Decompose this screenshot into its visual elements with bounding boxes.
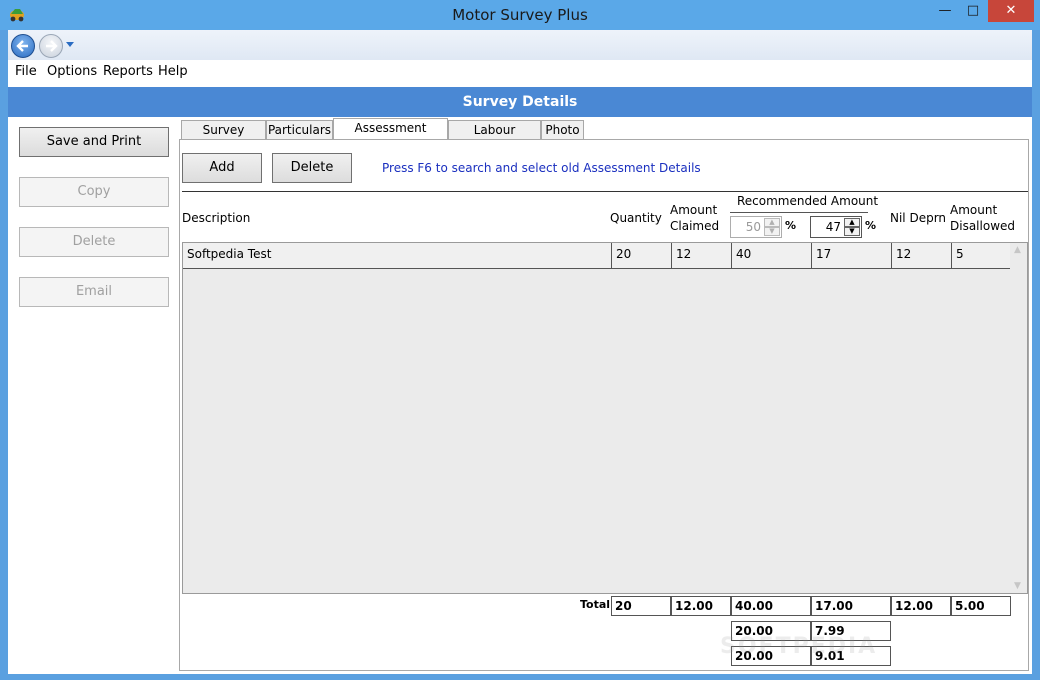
total-amount-disallowed: 5.00 [951,596,1011,616]
total-amount-claimed: 12.00 [671,596,731,616]
tab-survey-details[interactable]: Survey Details [181,120,266,155]
spinner-value: 50 [745,220,761,234]
column-header-amount-disallowed-line1: Amount [950,203,998,217]
scroll-up-icon[interactable]: ▲ [1014,245,1021,255]
back-button[interactable] [11,34,35,58]
scroll-down-icon[interactable]: ▼ [1014,581,1021,591]
tab-photo[interactable]: Photo [541,120,584,140]
menu-help[interactable]: Help [158,64,188,79]
tab-particulars[interactable]: Particulars [266,120,333,140]
arrow-right-icon [46,40,58,52]
spinner-down-icon[interactable]: ▼ [844,227,860,236]
column-header-quantity: Quantity [610,211,662,225]
email-button[interactable]: Email [19,277,169,307]
cell-description[interactable]: Softpedia Test [183,243,612,269]
watermark: SOFTPEDIA [720,634,878,659]
cell-nil-deprn[interactable]: 12 [892,243,952,269]
delete-record-button[interactable]: Delete [19,227,169,257]
forward-button[interactable] [39,34,63,58]
close-button[interactable]: ✕ [988,0,1034,22]
tab-assessment-details[interactable]: Assessment Details [333,118,448,153]
column-header-amount-disallowed-line2: Disallowed [950,219,1016,233]
section-header: Survey Details [8,87,1032,117]
spinner-arrows: ▲ ▼ [764,218,780,236]
delete-button[interactable]: Delete [272,153,352,183]
copy-button[interactable]: Copy [19,177,169,207]
total-nil-deprn: 12.00 [891,596,951,616]
left-action-panel: Save and Print Copy Delete Email [8,117,178,674]
spinner-up-icon[interactable]: ▲ [764,218,780,227]
history-dropdown-icon[interactable] [66,42,74,48]
minimize-button[interactable]: — [932,0,958,22]
table-row[interactable]: Softpedia Test 20 12 40 17 12 5 [183,243,1011,269]
recommended-underline [730,212,868,213]
spinner-arrows: ▲ ▼ [844,218,860,236]
spinner-value: 47 [825,220,841,234]
title-bar: Motor Survey Plus — □ ✕ [0,0,1040,30]
save-and-print-button[interactable]: Save and Print [19,127,169,157]
cell-quantity[interactable]: 20 [612,243,672,269]
cell-recommended-2[interactable]: 17 [812,243,892,269]
column-header-nil-deprn: Nil Deprn [890,211,947,225]
cell-amount-disallowed[interactable]: 5 [952,243,1011,269]
column-header-description: Description [182,211,251,225]
total-recommended-1: 40.00 [731,596,811,616]
tab-labour-charges[interactable]: Labour Charges [448,120,541,155]
column-header-amount-claimed-line1: Amount [670,203,718,217]
recommended-percent-1-spinner[interactable]: 50 ▲ ▼ [730,216,782,238]
spinner-down-icon[interactable]: ▼ [764,227,780,236]
spinner-up-icon[interactable]: ▲ [844,218,860,227]
grid-vertical-scrollbar[interactable]: ▲ ▼ [1010,243,1027,593]
menu-bar: File Options Reports Help [8,60,1032,86]
app-window: Motor Survey Plus — □ ✕ File Options Rep… [0,0,1040,680]
assessment-grid[interactable]: Softpedia Test 20 12 40 17 12 5 ▲ ▼ [182,242,1028,594]
total-recommended-2: 17.00 [811,596,891,616]
assessment-details-panel: Add Delete Press F6 to search and select… [179,139,1029,671]
percent-label-1: % [785,219,797,232]
column-header-recommended-amount: Recommended Amount [737,194,879,208]
arrow-left-icon [16,40,28,52]
search-hint: Press F6 to search and select old Assess… [382,161,701,175]
menu-file[interactable]: File [15,64,37,79]
column-header-amount-claimed-line2: Claimed [670,219,720,233]
navigation-bar [8,30,1032,60]
add-button[interactable]: Add [182,153,262,183]
recommended-percent-2-spinner[interactable]: 47 ▲ ▼ [810,216,862,238]
section-title: Survey Details [462,94,578,110]
menu-reports[interactable]: Reports [103,64,153,79]
total-label: Total [580,598,611,611]
divider [182,191,1028,192]
percent-label-2: % [865,219,877,232]
cell-amount-claimed[interactable]: 12 [672,243,732,269]
total-quantity: 20 [611,596,671,616]
cell-recommended-1[interactable]: 40 [732,243,812,269]
client-area: File Options Reports Help Survey Details… [8,30,1032,674]
menu-options[interactable]: Options [47,64,97,79]
window-title: Motor Survey Plus [452,6,588,24]
maximize-button[interactable]: □ [960,0,986,22]
